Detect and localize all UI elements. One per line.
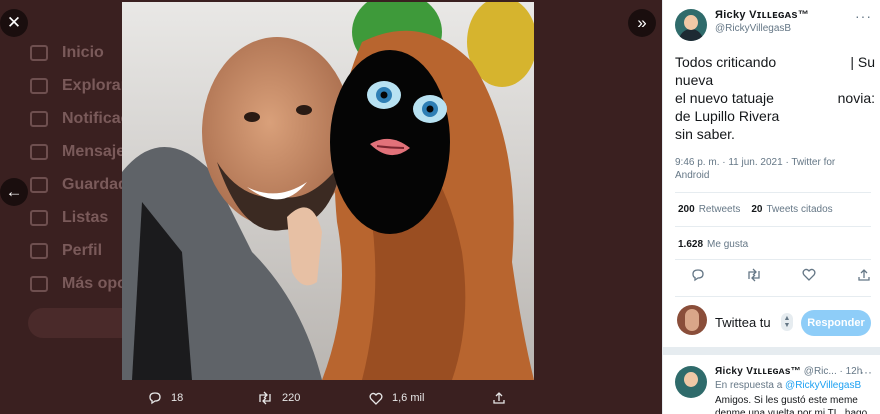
bookmark-icon [30,176,48,193]
media-like-count: 1,6 mil [392,392,425,404]
reply-text: Amigos. Si les gustó este meme denme una… [715,395,868,414]
share-button[interactable] [857,268,871,287]
media-reply-count: 18 [171,392,184,404]
section-separator [663,347,880,355]
mail-icon [30,143,48,160]
divider [675,226,871,227]
reply-author-handle[interactable]: @Ric... [804,366,837,377]
reply-submit-button[interactable]: Responder [801,310,871,336]
tweet-text-line: el nuevo tatuaje novia: [675,90,875,106]
current-user-avatar [677,305,707,335]
tweet-photo [122,2,534,380]
bell-icon [30,110,48,127]
likes-stat[interactable]: 1.628 Me gusta [678,239,748,250]
retweets-stat[interactable]: 200 Retweets [678,204,740,215]
reply-author-name[interactable]: Яicky Vɪʟʟᴇɢᴀs™ [715,366,801,377]
tweet-author[interactable]: Яicky Vɪʟʟᴇɢᴀs™ @RickyVillegasB [675,9,809,41]
reply-input-scroll[interactable]: ▲ ▼ [781,313,793,331]
previous-media-button[interactable]: ← [0,178,28,206]
media-reply-button[interactable]: 18 [148,391,183,405]
retweet-icon [748,268,760,282]
close-icon: ✕ [6,13,22,32]
collapse-panel-button[interactable]: » [628,9,656,37]
home-icon [30,44,48,61]
retweet-button[interactable] [746,268,762,287]
media-retweet-button[interactable]: 220 [257,391,300,405]
close-button[interactable]: ✕ [0,9,28,37]
author-avatar[interactable] [675,9,707,41]
reply-input[interactable]: Twittea tu [715,315,771,330]
tweet-actions [691,268,871,287]
hashtag-icon [30,77,48,94]
heart-icon [369,392,383,405]
tweet-text-line: sin saber. [675,126,735,142]
reply-mention-link[interactable]: @RickyVillegasB [785,380,861,391]
media-retweet-count: 220 [282,392,301,404]
tweet-stats: 200 Retweets 20 Tweets citados [678,204,833,215]
more-icon [30,275,48,292]
tweet-timestamp[interactable]: 9:46 p. m. · 11 jun. 2021 · Twitter for … [675,156,871,182]
reply-more-options-icon[interactable]: ··· [860,365,872,379]
tweet-text-line: nueva [675,72,714,88]
author-handle[interactable]: @RickyVillegasB [715,23,809,34]
tweet-text-line: Todos criticando | Su [675,54,875,70]
divider [675,259,871,260]
tweet-detail-panel: Яicky Vɪʟʟᴇɢᴀs™ @RickyVillegasB ··· Todo… [662,0,880,414]
heart-icon [802,268,816,281]
media-share-button[interactable] [492,391,506,405]
user-icon [30,242,48,259]
tweet-text: Todos criticando | Su nueva el nuevo tatu… [675,53,875,143]
author-name[interactable]: Яicky Vɪʟʟᴇɢᴀs™ [715,9,809,21]
divider [675,192,871,193]
media-like-button[interactable]: 1,6 mil [369,392,424,405]
tweet-text-line: de Lupillo Rivera [675,108,780,124]
share-icon [858,269,870,281]
reply-author-avatar[interactable] [675,366,707,398]
share-icon [493,392,505,404]
arrow-left-icon: ← [5,182,23,201]
divider [675,296,871,297]
chevron-down-icon: ▼ [783,322,791,329]
quotes-stat[interactable]: 20 Tweets citados [751,204,832,215]
more-options-icon[interactable]: ··· [855,8,872,24]
like-button[interactable] [802,268,816,287]
double-chevron-right-icon: » [637,13,647,32]
list-icon [30,209,48,226]
reply-header: Яicky Vɪʟʟᴇɢᴀs™ @Ric... · 12h [715,366,862,377]
chevron-up-icon: ▲ [783,315,791,322]
photo-image [122,2,534,380]
reply-button[interactable] [691,268,705,287]
retweet-icon [259,391,271,405]
media-action-bar: 18 220 1,6 mil [140,388,520,408]
reply-time[interactable]: · 12h [840,366,863,377]
reply-icon [692,269,704,282]
reply-icon [149,392,161,405]
reply-in-response-to: En respuesta a @RickyVillegasB [715,380,862,391]
